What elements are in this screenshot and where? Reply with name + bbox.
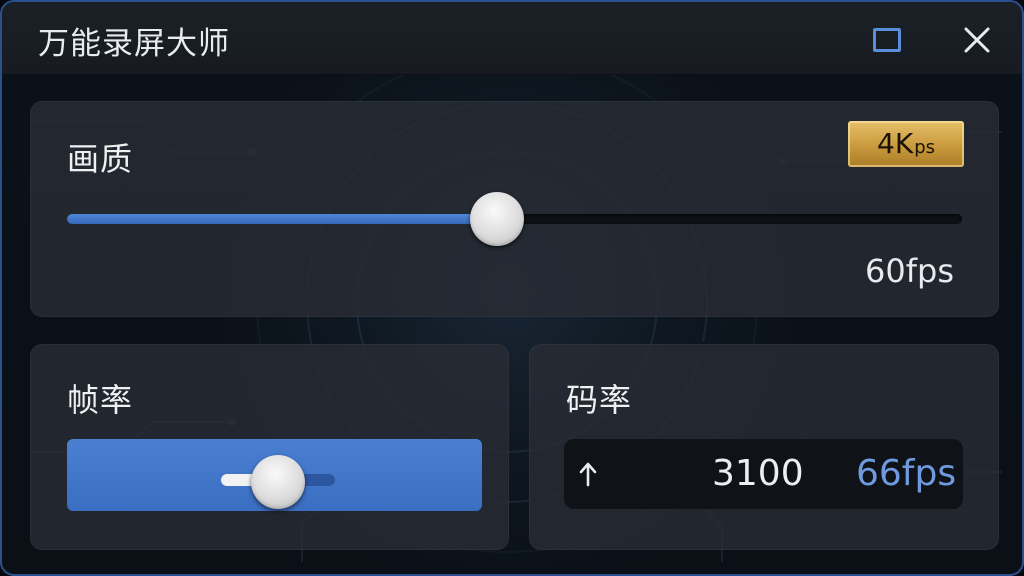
close-button[interactable] [956, 20, 998, 60]
quality-slider-fill [67, 214, 497, 224]
framerate-panel: 帧率 [30, 344, 509, 550]
bitrate-fps: 66fps [856, 453, 957, 494]
bitrate-value: 3100 [712, 453, 804, 494]
bitrate-field[interactable]: 3100 66fps [564, 439, 963, 509]
maximize-button[interactable] [868, 22, 906, 58]
framerate-slider-thumb[interactable] [251, 455, 305, 509]
badge-main-text: 4K [877, 127, 914, 160]
4k-badge: 4K ps [848, 121, 964, 167]
badge-sub-text: ps [914, 137, 935, 158]
title-bar: 万能录屏大师 [2, 2, 1022, 75]
window-title: 万能录屏大师 [38, 26, 230, 62]
framerate-label: 帧率 [67, 381, 134, 419]
quality-slider-thumb[interactable] [469, 192, 524, 246]
quality-panel: 画质 4K ps 60fps [30, 101, 999, 317]
arrow-up-icon [579, 462, 597, 487]
close-icon [964, 27, 990, 53]
bitrate-panel: 码率 3100 66fps [529, 344, 999, 550]
bitrate-label: 码率 [566, 381, 633, 419]
maximize-icon [873, 28, 901, 52]
quality-value: 60fps [865, 252, 954, 290]
app-window: 万能录屏大师 画质 4K ps 60fps 帧率 码率 3100 66fps [0, 0, 1024, 576]
quality-label: 画质 [67, 140, 134, 178]
